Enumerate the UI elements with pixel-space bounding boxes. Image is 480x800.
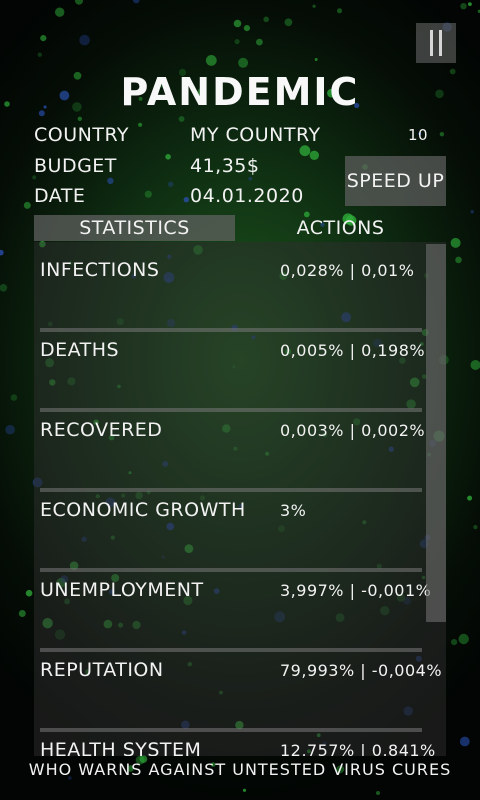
stat-value: 12,757% | 0,841% — [280, 741, 436, 756]
particle — [309, 150, 319, 160]
stat-row-health-system: HEALTH SYSTEM 12,757% | 0,841% — [40, 730, 435, 756]
particle — [107, 177, 114, 184]
particle — [256, 38, 263, 46]
tab-actions[interactable]: ACTIONS — [235, 215, 446, 241]
stat-label: ECONOMIC GROWTH — [40, 499, 246, 521]
particle — [450, 237, 461, 248]
particle — [314, 58, 318, 61]
stat-row-deaths: DEATHS 0,005% | 0,198% — [40, 330, 425, 412]
stat-row-reputation: REPUTATION 79,993% | -0,004% — [40, 650, 442, 732]
pause-icon — [439, 30, 442, 56]
stat-value: 0,005% | 0,198% — [280, 341, 426, 360]
particle — [0, 249, 4, 256]
particle — [77, 116, 83, 122]
particle — [205, 55, 217, 66]
particle — [37, 52, 42, 57]
stat-label: REPUTATION — [40, 659, 164, 681]
particle — [178, 116, 185, 122]
particle — [458, 633, 469, 645]
particle — [337, 8, 342, 14]
particle — [467, 495, 473, 501]
particle — [132, 0, 140, 4]
pause-button[interactable] — [416, 23, 456, 63]
game-title: PANDEMIC — [120, 70, 360, 114]
particle — [75, 0, 83, 5]
tab-statistics[interactable]: STATISTICS — [34, 215, 235, 241]
particle — [234, 39, 240, 45]
particle — [243, 25, 250, 32]
particle — [18, 610, 26, 617]
stat-value: 0,028% | 0,01% — [280, 261, 415, 280]
stat-row-recovered: RECOVERED 0,003% | 0,002% — [40, 410, 425, 492]
statistics-scrollbar[interactable] — [426, 244, 446, 622]
particle — [284, 18, 293, 27]
particle — [376, 791, 380, 795]
particle — [242, 788, 247, 792]
particle — [439, 132, 445, 137]
stat-label: RECOVERED — [40, 419, 163, 441]
stat-row-economic-growth: ECONOMIC GROWTH 3% — [40, 490, 422, 572]
particle — [144, 190, 152, 198]
particle — [165, 154, 171, 160]
stat-value: 3,997% | -0,001% — [280, 581, 432, 600]
particle — [468, 2, 472, 6]
stat-value: 79,993% | -0,004% — [280, 661, 443, 680]
particle — [312, 4, 316, 8]
budget-value: 41,35$ — [190, 155, 260, 177]
stat-label: UNEMPLOYMENT — [40, 579, 204, 601]
particle — [233, 19, 242, 28]
particle — [473, 525, 478, 530]
stat-row-infections: INFECTIONS 0,028% | 0,01% — [40, 250, 422, 332]
particle — [459, 736, 470, 747]
particle — [248, 176, 253, 181]
particle — [23, 201, 31, 209]
particle — [470, 210, 474, 214]
particle — [451, 639, 458, 646]
particle — [55, 7, 65, 17]
particle — [460, 2, 467, 10]
date-value: 04.01.2020 — [190, 185, 304, 207]
particle — [25, 589, 33, 597]
particle — [79, 34, 90, 46]
particle — [40, 35, 47, 42]
statistics-panel: INFECTIONS 0,028% | 0,01% DEATHS 0,005% … — [34, 242, 446, 756]
news-ticker: WHO WARNS AGAINST UNTESTED VIRUS CURES — [28, 760, 452, 779]
speed-counter: 10 — [407, 126, 429, 144]
particle — [168, 181, 174, 187]
stat-label: HEALTH SYSTEM — [40, 739, 202, 756]
stat-label: INFECTIONS — [40, 259, 160, 281]
particle — [0, 284, 8, 292]
pause-icon — [430, 30, 433, 56]
particle — [5, 424, 15, 435]
country-label: COUNTRY — [34, 124, 130, 146]
particle — [238, 57, 249, 68]
particle — [470, 360, 480, 370]
country-value: MY COUNTRY — [190, 124, 321, 146]
stat-value: 3% — [280, 501, 307, 520]
particle — [263, 16, 270, 23]
particle — [10, 394, 18, 401]
stat-value: 0,003% | 0,002% — [280, 421, 426, 440]
speed-up-button[interactable]: SPEED UP — [345, 156, 446, 206]
stat-row-unemployment: UNEMPLOYMENT 3,997% | -0,001% — [40, 570, 431, 652]
particle — [183, 197, 189, 203]
particle — [138, 122, 143, 127]
stat-label: DEATHS — [40, 339, 120, 361]
particle — [299, 145, 311, 157]
budget-label: BUDGET — [34, 155, 117, 177]
particle — [455, 256, 462, 264]
date-label: DATE — [34, 185, 86, 207]
